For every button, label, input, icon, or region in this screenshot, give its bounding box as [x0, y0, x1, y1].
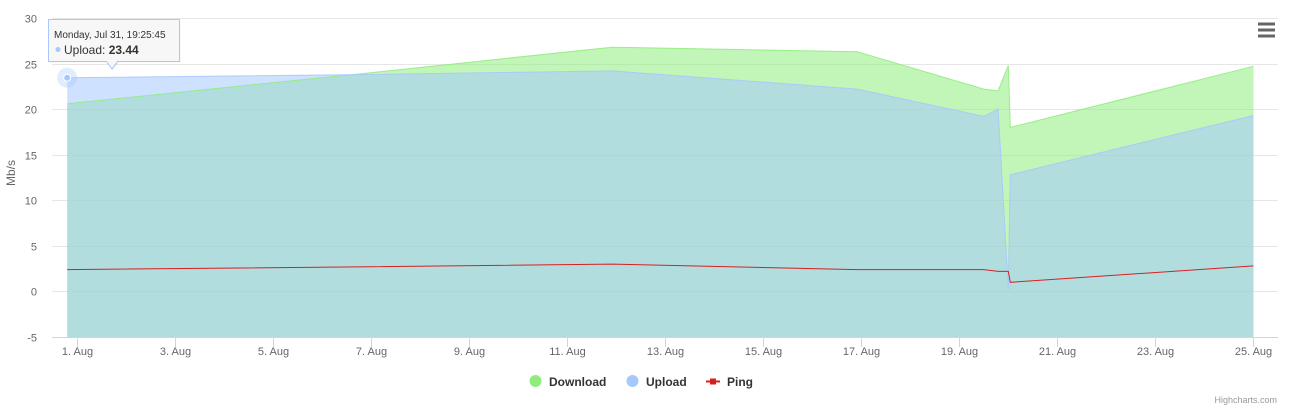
y-tick-label: -5 — [27, 333, 37, 345]
y-tick-label: 15 — [25, 151, 37, 163]
y-tick-label: 25 — [25, 60, 37, 72]
x-tick-label: 21. Aug — [1039, 346, 1076, 358]
chart-menu-button[interactable] — [1252, 18, 1278, 42]
x-tick-label: 5. Aug — [258, 346, 289, 358]
tooltip-series-marker — [55, 47, 61, 52]
x-tick-label: 17. Aug — [843, 346, 880, 358]
legend: Download Upload Ping — [529, 375, 753, 389]
tooltip-title: Monday, Jul 31, 19:25:45 — [54, 30, 166, 41]
legend-ping-marker — [710, 378, 716, 385]
y-tick-label: 10 — [25, 196, 37, 208]
x-tick-label: 1. Aug — [62, 346, 93, 358]
tooltip-value: 23.44 — [109, 43, 139, 57]
legend-download-symbol — [529, 375, 542, 387]
legend-item-upload[interactable]: Upload — [626, 375, 687, 389]
y-axis: -5 0 5 10 15 20 25 30 — [25, 14, 37, 345]
y-tick-label: 5 — [31, 242, 37, 254]
tooltip: Monday, Jul 31, 19:25:45 Upload: 23.44 — [48, 19, 181, 70]
legend-upload-symbol — [626, 375, 639, 387]
tooltip-text: Upload: 23.44 — [64, 43, 139, 57]
x-tick-label: 25. Aug — [1235, 346, 1272, 358]
x-tick-label: 13. Aug — [647, 346, 684, 358]
series-areas — [67, 47, 1254, 338]
x-tick-label: 9. Aug — [454, 346, 485, 358]
legend-upload-label: Upload — [646, 375, 687, 389]
x-tick-label: 23. Aug — [1137, 346, 1174, 358]
legend-item-download[interactable]: Download — [529, 375, 607, 389]
y-axis-title: Mb/s — [4, 160, 18, 186]
area-chart: 1. Aug 3. Aug 5. Aug 7. Aug 9. Aug 11. Aug 13.… — [4, 14, 1278, 405]
x-tick-label: 15. Aug — [745, 346, 782, 358]
legend-download-label: Download — [549, 375, 606, 389]
x-tick-label: 7. Aug — [356, 346, 387, 358]
y-tick-label: 30 — [25, 14, 37, 26]
legend-ping-label: Ping — [727, 375, 753, 389]
hover-marker — [57, 67, 78, 88]
x-tick-label: 11. Aug — [549, 346, 586, 358]
credits-link[interactable]: Highcharts.com — [1214, 395, 1277, 405]
y-tick-label: 20 — [25, 105, 37, 117]
x-axis: 1. Aug 3. Aug 5. Aug 7. Aug 9. Aug 11. Aug 13.… — [52, 337, 1278, 358]
y-tick-label: 0 — [31, 287, 37, 299]
legend-item-ping[interactable]: Ping — [706, 375, 753, 389]
tooltip-series-label: Upload: — [64, 43, 109, 57]
x-tick-label: 19. Aug — [941, 346, 978, 358]
x-tick-label: 3. Aug — [160, 346, 191, 358]
